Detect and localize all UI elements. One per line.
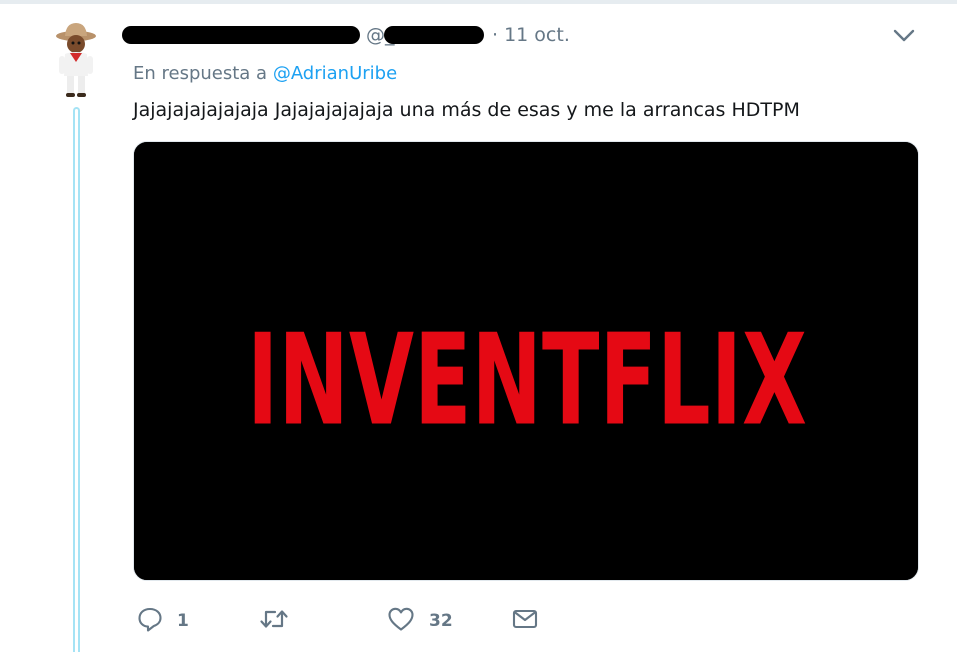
tweet-header: @_ · 11 oct. [122,22,942,48]
inventflix-logo-image: INVENTFLIX [134,142,918,580]
reply-icon [137,606,163,632]
reply-context: En respuesta a @AdrianUribe [133,63,397,84]
reply-count: 1 [177,611,189,631]
thread-connector-line [73,107,80,652]
redacted-display-name [122,26,360,44]
chevron-down-icon[interactable] [893,28,915,42]
media-logo-text: INVENTFLIX [247,308,807,454]
reply-button[interactable]: 1 [137,604,189,634]
reply-handle-link[interactable]: @AdrianUribe [273,63,397,84]
retweet-button[interactable] [259,604,303,634]
like-count: 32 [429,611,453,631]
timestamp-link[interactable]: · 11 oct. [492,24,570,46]
retweet-icon [259,606,289,632]
envelope-icon [511,606,539,632]
tweet-media-image[interactable]: INVENTFLIX [133,141,919,581]
redacted-handle [384,26,484,44]
tweet-text: Jajajajajajajaja Jajajajajajaja una más … [133,99,800,121]
tweet[interactable]: @_ · 11 oct. En respuesta a @AdrianUribe… [0,4,957,652]
like-button[interactable]: 32 [387,604,453,634]
direct-message-button[interactable] [511,604,539,634]
avatar[interactable] [50,20,102,100]
heart-icon [387,606,415,632]
tweet-actions-bar: 1 32 [133,604,633,634]
reply-prefix: En respuesta a [133,63,273,84]
